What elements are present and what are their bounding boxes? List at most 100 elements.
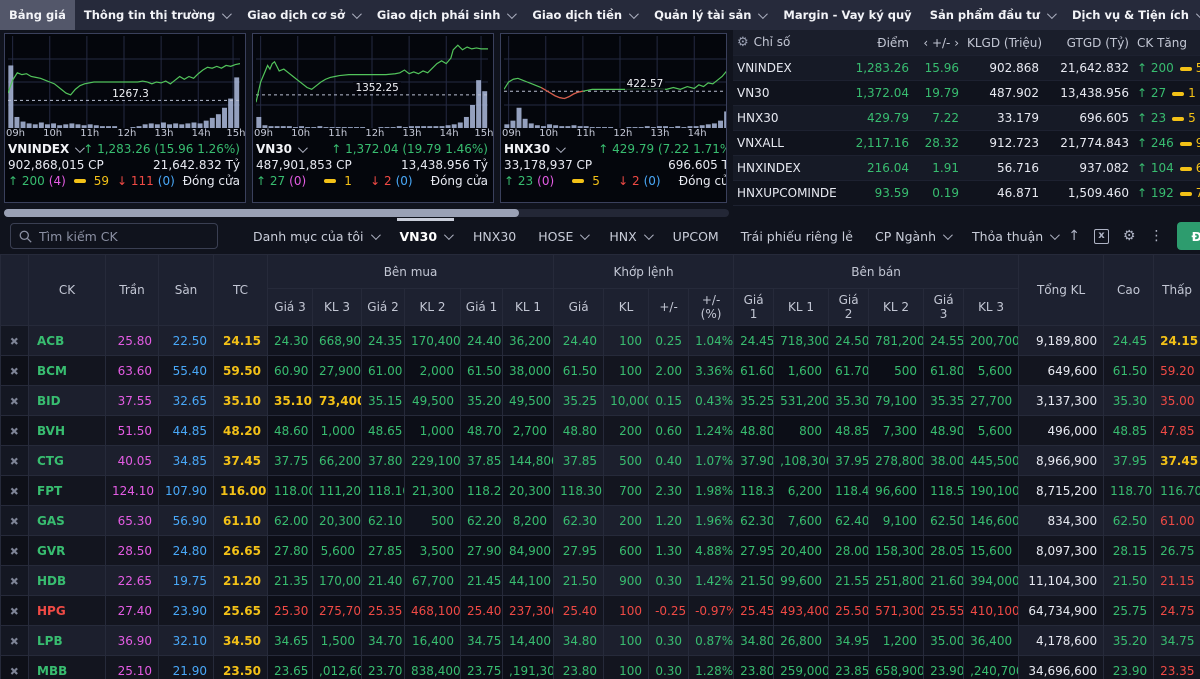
index-row-vnindex[interactable]: VNINDEX1,283.2615.96902.86821,642.832↑ 2… xyxy=(733,56,1200,81)
index-row-vnxall[interactable]: VNXALL2,117.1628.32912.72321,774.843↑ 24… xyxy=(733,131,1200,156)
search-input[interactable] xyxy=(39,229,209,244)
place-order-button[interactable]: Đặt lệnh xyxy=(1177,222,1200,250)
pin-cell[interactable]: ✚ xyxy=(1,566,29,596)
nav-item-4[interactable]: Giao dịch tiền xyxy=(523,0,645,30)
kebab-menu-icon[interactable]: ⋮ xyxy=(1149,229,1163,243)
col-change[interactable]: ‹ +/- › xyxy=(913,36,963,50)
nav-item-5[interactable]: Quản lý tài sản xyxy=(645,0,774,30)
pin-icon[interactable]: ✚ xyxy=(7,543,23,559)
pin-cell[interactable]: ✚ xyxy=(1,626,29,656)
search-box[interactable] xyxy=(10,223,218,249)
index-row-vn30[interactable]: VN301,372.0419.79487.90213,438.956↑ 271↓ xyxy=(733,81,1200,106)
pin-cell[interactable]: ✚ xyxy=(1,356,29,386)
time-tick: 15h xyxy=(226,128,245,139)
pin-icon[interactable]: ✚ xyxy=(7,453,23,469)
index-row-hnxindex[interactable]: HNXINDEX216.041.9156.716937.082↑ 10469↓ xyxy=(733,156,1200,181)
index-name[interactable]: VN30 xyxy=(256,142,305,156)
nav-item-0[interactable]: Bảng giá xyxy=(0,0,75,30)
pin-cell[interactable]: ✚ xyxy=(1,326,29,356)
index-name[interactable]: HNX30 xyxy=(504,142,563,156)
tab-cp-ng-nh[interactable]: CP Ngành xyxy=(864,218,961,254)
pin-cell[interactable]: ✚ xyxy=(1,536,29,566)
excel-export-icon[interactable]: x xyxy=(1094,229,1109,244)
pin-icon[interactable]: ✚ xyxy=(7,663,23,679)
tab-th-a-thu-n[interactable]: Thỏa thuận xyxy=(961,218,1068,254)
stock-row-ctg[interactable]: ✚CTG40.0534.8537.4537.7566,20037.80229,1… xyxy=(1,446,1200,476)
cell-symbol[interactable]: HDB xyxy=(29,566,106,596)
col-symbol: CK xyxy=(29,255,106,326)
stock-row-bid[interactable]: ✚BID37.5532.6535.1035.1073,40035.1549,50… xyxy=(1,386,1200,416)
pin-icon[interactable]: ✚ xyxy=(7,483,23,499)
cell-ceiling: 28.50 xyxy=(106,536,159,566)
pin-cell[interactable]: ✚ xyxy=(1,656,29,679)
nav-item-8[interactable]: Dịch vụ & Tiện ích xyxy=(1063,0,1200,30)
cell-symbol[interactable]: LPB xyxy=(29,626,106,656)
cell-symbol[interactable]: ACB xyxy=(29,326,106,356)
stock-row-hdb[interactable]: ✚HDB22.6519.7521.2021.35170,00021.4067,7… xyxy=(1,566,1200,596)
index-name[interactable]: VNINDEX xyxy=(8,142,82,156)
nav-item-2[interactable]: Giao dịch cơ sở xyxy=(238,0,368,30)
gear-icon[interactable]: ⚙ xyxy=(1123,229,1136,243)
stock-row-hpg[interactable]: ✚HPG27.4023.9025.6525.30275,70025.35468,… xyxy=(1,596,1200,626)
pin-icon[interactable]: ✚ xyxy=(7,423,23,439)
nav-item-label: Dịch vụ & Tiện ích xyxy=(1072,8,1189,22)
tab-vn30[interactable]: VN30 xyxy=(389,218,463,254)
pin-icon[interactable]: ✚ xyxy=(7,333,23,349)
pin-icon[interactable]: ✚ xyxy=(7,573,23,589)
scrollbar-track[interactable] xyxy=(4,209,729,217)
cell-sell-price-2: 37.95 xyxy=(829,446,869,476)
pin-cell[interactable]: ✚ xyxy=(1,476,29,506)
cell-symbol[interactable]: GVR xyxy=(29,536,106,566)
cell-sell-vol-1: 718,300 xyxy=(774,326,829,356)
cell-symbol[interactable]: BID xyxy=(29,386,106,416)
pin-cell[interactable]: ✚ xyxy=(1,596,29,626)
cell-buy-price-1: 35.20 xyxy=(461,386,503,416)
cell-high: 37.95 xyxy=(1104,446,1154,476)
cell-symbol[interactable]: GAS xyxy=(29,506,106,536)
top-region: 1267.309h10h11h12h13h14h15hVNINDEX↑ 1,28… xyxy=(0,30,1200,208)
index-row-hnxupcomindex[interactable]: HNXUPCOMINDEX93.590.1946.8711,509.460↑ 1… xyxy=(733,181,1200,206)
stock-row-lpb[interactable]: ✚LPB36.9032.1034.5034.651,50034.7016,400… xyxy=(1,626,1200,656)
cell-symbol[interactable]: FPT xyxy=(29,476,106,506)
stock-row-gvr[interactable]: ✚GVR28.5024.8026.6527.805,60027.853,5002… xyxy=(1,536,1200,566)
pin-cell[interactable]: ✚ xyxy=(1,506,29,536)
scrollbar-thumb[interactable] xyxy=(4,209,519,217)
cell-symbol[interactable]: BCM xyxy=(29,356,106,386)
stock-row-bcm[interactable]: ✚BCM63.6055.4059.5060.9027,90061.002,000… xyxy=(1,356,1200,386)
cell-symbol[interactable]: HPG xyxy=(29,596,106,626)
cell-symbol[interactable]: MBB xyxy=(29,656,106,679)
index-name: VNINDEX xyxy=(733,61,837,75)
stock-row-gas[interactable]: ✚GAS65.3056.9061.1062.0020,30062.1050062… xyxy=(1,506,1200,536)
tab-hnx[interactable]: HNX xyxy=(598,218,661,254)
cell-buy-vol-2: 49,500 xyxy=(405,386,461,416)
index-row-hnx30[interactable]: HNX30429.797.2233.179696.605↑ 235↓ xyxy=(733,106,1200,131)
nav-item-3[interactable]: Giao dịch phái sinh xyxy=(368,0,524,30)
nav-item-7[interactable]: Sản phẩm đầu tư xyxy=(921,0,1063,30)
tab-hnx30[interactable]: HNX30 xyxy=(462,218,527,254)
stock-row-bvh[interactable]: ✚BVH51.5044.8548.2048.601,00048.651,0004… xyxy=(1,416,1200,446)
tab-upcom[interactable]: UPCOM xyxy=(662,218,730,254)
cell-symbol[interactable]: CTG xyxy=(29,446,106,476)
index-summary-line2: 487,901,853 CP13,438.956 Tỷ xyxy=(256,157,488,173)
pin-icon[interactable]: ✚ xyxy=(7,393,23,409)
cell-buy-vol-1: 14,400 xyxy=(503,626,554,656)
nav-item-1[interactable]: Thông tin thị trường xyxy=(75,0,238,30)
pin-icon[interactable]: ✚ xyxy=(7,603,23,619)
gear-icon[interactable]: ⚙ xyxy=(737,35,749,50)
stock-row-mbb[interactable]: ✚MBB25.1021.9023.5023.65,012,60023.70838… xyxy=(1,656,1200,679)
stock-row-acb[interactable]: ✚ACB25.8022.5024.1524.30668,90024.35170,… xyxy=(1,326,1200,356)
pin-cell[interactable]: ✚ xyxy=(1,446,29,476)
tab-hose[interactable]: HOSE xyxy=(527,218,598,254)
pin-cell[interactable]: ✚ xyxy=(1,386,29,416)
cell-symbol[interactable]: BVH xyxy=(29,416,106,446)
tab-tr-i-phi-u-ri-ng-l-[interactable]: Trái phiếu riêng lẻ xyxy=(730,218,864,254)
pin-icon[interactable]: ✚ xyxy=(7,513,23,529)
tab-danh-m-c-c-a-t-i[interactable]: Danh mục của tôi xyxy=(242,218,389,254)
subcol-2: Giá 2 xyxy=(362,289,405,326)
arrow-up-icon[interactable]: ↑ xyxy=(1068,229,1080,243)
stock-row-fpt[interactable]: ✚FPT124.10107.90116.00118.00111,200118.1… xyxy=(1,476,1200,506)
pin-cell[interactable]: ✚ xyxy=(1,416,29,446)
pin-icon[interactable]: ✚ xyxy=(7,633,23,649)
pin-icon[interactable]: ✚ xyxy=(7,363,23,379)
nav-item-6[interactable]: Margin - Vay ký quỹ xyxy=(774,0,920,30)
